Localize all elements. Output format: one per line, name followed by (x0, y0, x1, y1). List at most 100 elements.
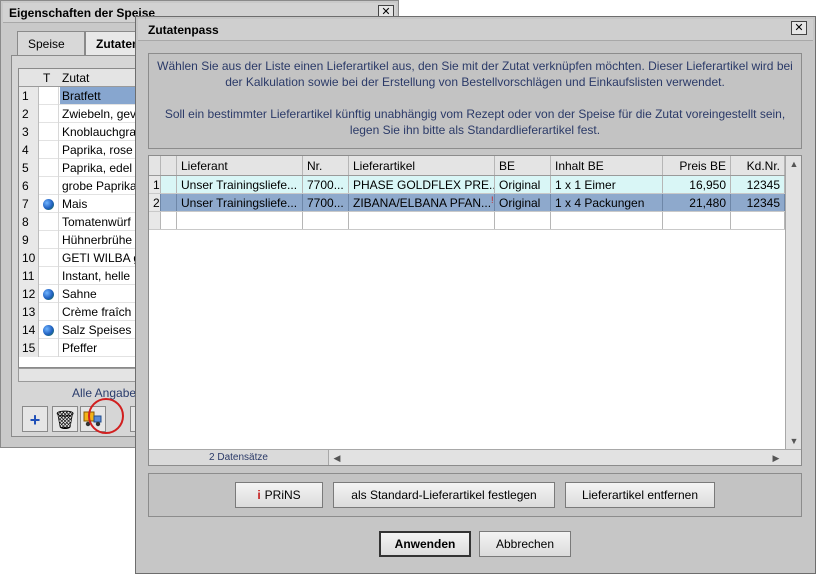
ingredient-name: Crème fraîch (62, 305, 132, 319)
ingredient-name: Salz Speises (62, 323, 132, 337)
row-number: 2 (149, 194, 161, 211)
scroll-up-icon[interactable]: ▲ (786, 156, 801, 172)
list-item[interactable]: 10 GETI WILBA g (19, 249, 147, 267)
list-item[interactable]: 11 Instant, helle (19, 267, 147, 285)
highlight-circle (88, 398, 124, 434)
list-item[interactable]: 9 Hühnerbrühe (19, 231, 147, 249)
type-cell (39, 159, 59, 177)
cell-kdnr: 12345 (731, 176, 785, 193)
row-number: 4 (19, 141, 39, 159)
cell-be: Original (495, 176, 551, 193)
row-number: 1 (149, 176, 161, 193)
type-cell (39, 213, 59, 231)
cell-empty (303, 212, 349, 229)
cell-kdnr: 12345 (731, 194, 785, 211)
record-count: 2 Datensätze (149, 449, 329, 465)
globe-icon (43, 289, 54, 300)
column-header-kdnr[interactable]: Kd.Nr. (731, 156, 785, 175)
list-item[interactable]: 15 Pfeffer (19, 339, 147, 357)
remove-supplier-article-button[interactable]: Lieferartikel entfernen (565, 482, 715, 508)
type-cell (39, 141, 59, 159)
column-header-be[interactable]: BE (495, 156, 551, 175)
cell-nr: 7700... (303, 194, 349, 211)
prins-button-label: PRiNS (264, 488, 301, 502)
list-item[interactable]: 4 Paprika, rose (19, 141, 147, 159)
list-item[interactable]: 13 Crème fraîch (19, 303, 147, 321)
type-cell (39, 321, 59, 339)
column-header-lieferant[interactable]: Lieferant (177, 156, 303, 175)
list-item[interactable]: 12 Sahne (19, 285, 147, 303)
cell-inhalt: 1 x 1 Eimer (551, 176, 663, 193)
scroll-down-icon[interactable]: ▼ (786, 433, 801, 449)
table-row-empty[interactable] (149, 212, 785, 230)
delete-ingredient-button[interactable]: 🗑 (52, 406, 78, 432)
add-ingredient-button[interactable]: + (22, 406, 48, 432)
cell-nr: 7700... (303, 176, 349, 193)
cell-lieferartikel: ZIBANA/ELBANA PFAN...! (349, 194, 495, 211)
list-item[interactable]: 6 grobe Paprika (19, 177, 147, 195)
cell-inhalt: 1 x 4 Packungen (551, 194, 663, 211)
row-number: 2 (19, 105, 39, 123)
supplier-articles-header: Lieferant Nr. Lieferartikel BE Inhalt BE… (149, 156, 785, 176)
list-item[interactable]: 2 Zwiebeln, gev (19, 105, 147, 123)
column-header-inhalt[interactable]: Inhalt BE (551, 156, 663, 175)
tab-speise[interactable]: Speise (17, 31, 85, 55)
row-number: 8 (19, 213, 39, 231)
trash-icon: 🗑 (53, 410, 77, 430)
table-row-selected[interactable]: 2 Unser Trainingsliefe... 7700... ZIBANA… (149, 194, 785, 212)
ingredients-horizontal-scrollbar[interactable] (18, 368, 148, 382)
column-header-zutat[interactable]: Zutat (62, 71, 89, 85)
ingredients-table: T Zutat 1 Bratfett 2 Zwiebeln, gev 3 Knoblauc… (18, 68, 148, 368)
list-item[interactable]: 14 Salz Speises (19, 321, 147, 339)
ingredient-name: Zwiebeln, gev (62, 107, 137, 121)
row-number: 6 (19, 177, 39, 195)
cell-lieferartikel: PHASE GOLDFLEX PRE... (349, 176, 495, 193)
ingredient-name: Knoblauchgra (62, 125, 137, 139)
ingredient-name: Bratfett (62, 89, 101, 103)
list-item[interactable]: 8 Tomatenwürf (19, 213, 147, 231)
column-header-lieferartikel[interactable]: Lieferartikel (349, 156, 495, 175)
column-header-t[interactable]: T (43, 71, 50, 85)
type-cell (39, 231, 59, 249)
type-cell (39, 87, 59, 105)
dialog-title: Zutatenpass (138, 19, 813, 41)
ingredient-name: grobe Paprika (62, 179, 137, 193)
column-header-preis[interactable]: Preis BE (663, 156, 731, 175)
set-standard-supplier-button[interactable]: als Standard-Lieferartikel festlegen (333, 482, 555, 508)
row-number: 11 (19, 267, 39, 285)
prins-button[interactable]: i PRiNS (235, 482, 323, 508)
row-number: 10 (19, 249, 39, 267)
instruction-box: Wählen Sie aus der Liste einen Lieferart… (148, 53, 802, 149)
type-cell (39, 303, 59, 321)
cell-empty (663, 212, 731, 229)
row-number: 12 (19, 285, 39, 303)
scroll-left-icon[interactable]: ◀ (329, 450, 345, 465)
info-icon: i (257, 488, 261, 502)
scroll-right-icon[interactable]: ▶ (768, 450, 784, 465)
apply-button[interactable]: Anwenden (379, 531, 471, 557)
plus-icon: + (29, 410, 41, 430)
horizontal-scrollbar[interactable]: ◀ ▶ (329, 449, 801, 465)
supplier-articles-table: Lieferant Nr. Lieferartikel BE Inhalt BE… (148, 155, 802, 466)
instruction-text-2: Soll ein bestimmter Lieferartikel künfti… (164, 107, 786, 137)
ingredient-name: Instant, helle (62, 269, 131, 283)
cell-empty (177, 212, 303, 229)
cancel-button[interactable]: Abbrechen (479, 531, 571, 557)
column-header-flag (161, 156, 177, 175)
cell-preis: 21,480 (663, 194, 731, 211)
list-item[interactable]: 3 Knoblauchgra (19, 123, 147, 141)
vertical-scrollbar[interactable]: ▲ ▼ (785, 156, 801, 449)
list-item[interactable]: 7 Mais (19, 195, 147, 213)
cell-be: Original (495, 194, 551, 211)
ingredient-name: Sahne (62, 287, 97, 301)
table-row[interactable]: 1 Unser Trainingsliefe... 7700... PHASE … (149, 176, 785, 194)
type-cell (39, 123, 59, 141)
row-flag-cell (161, 176, 177, 193)
ingredient-name: Hühnerbrühe (62, 233, 133, 247)
ingredient-name: Mais (62, 197, 88, 211)
row-flag-cell (161, 212, 177, 229)
list-item[interactable]: 1 Bratfett (19, 87, 147, 105)
column-header-nr[interactable]: Nr. (303, 156, 349, 175)
dialog-close-button[interactable]: ✕ (791, 21, 807, 35)
list-item[interactable]: 5 Paprika, edel (19, 159, 147, 177)
